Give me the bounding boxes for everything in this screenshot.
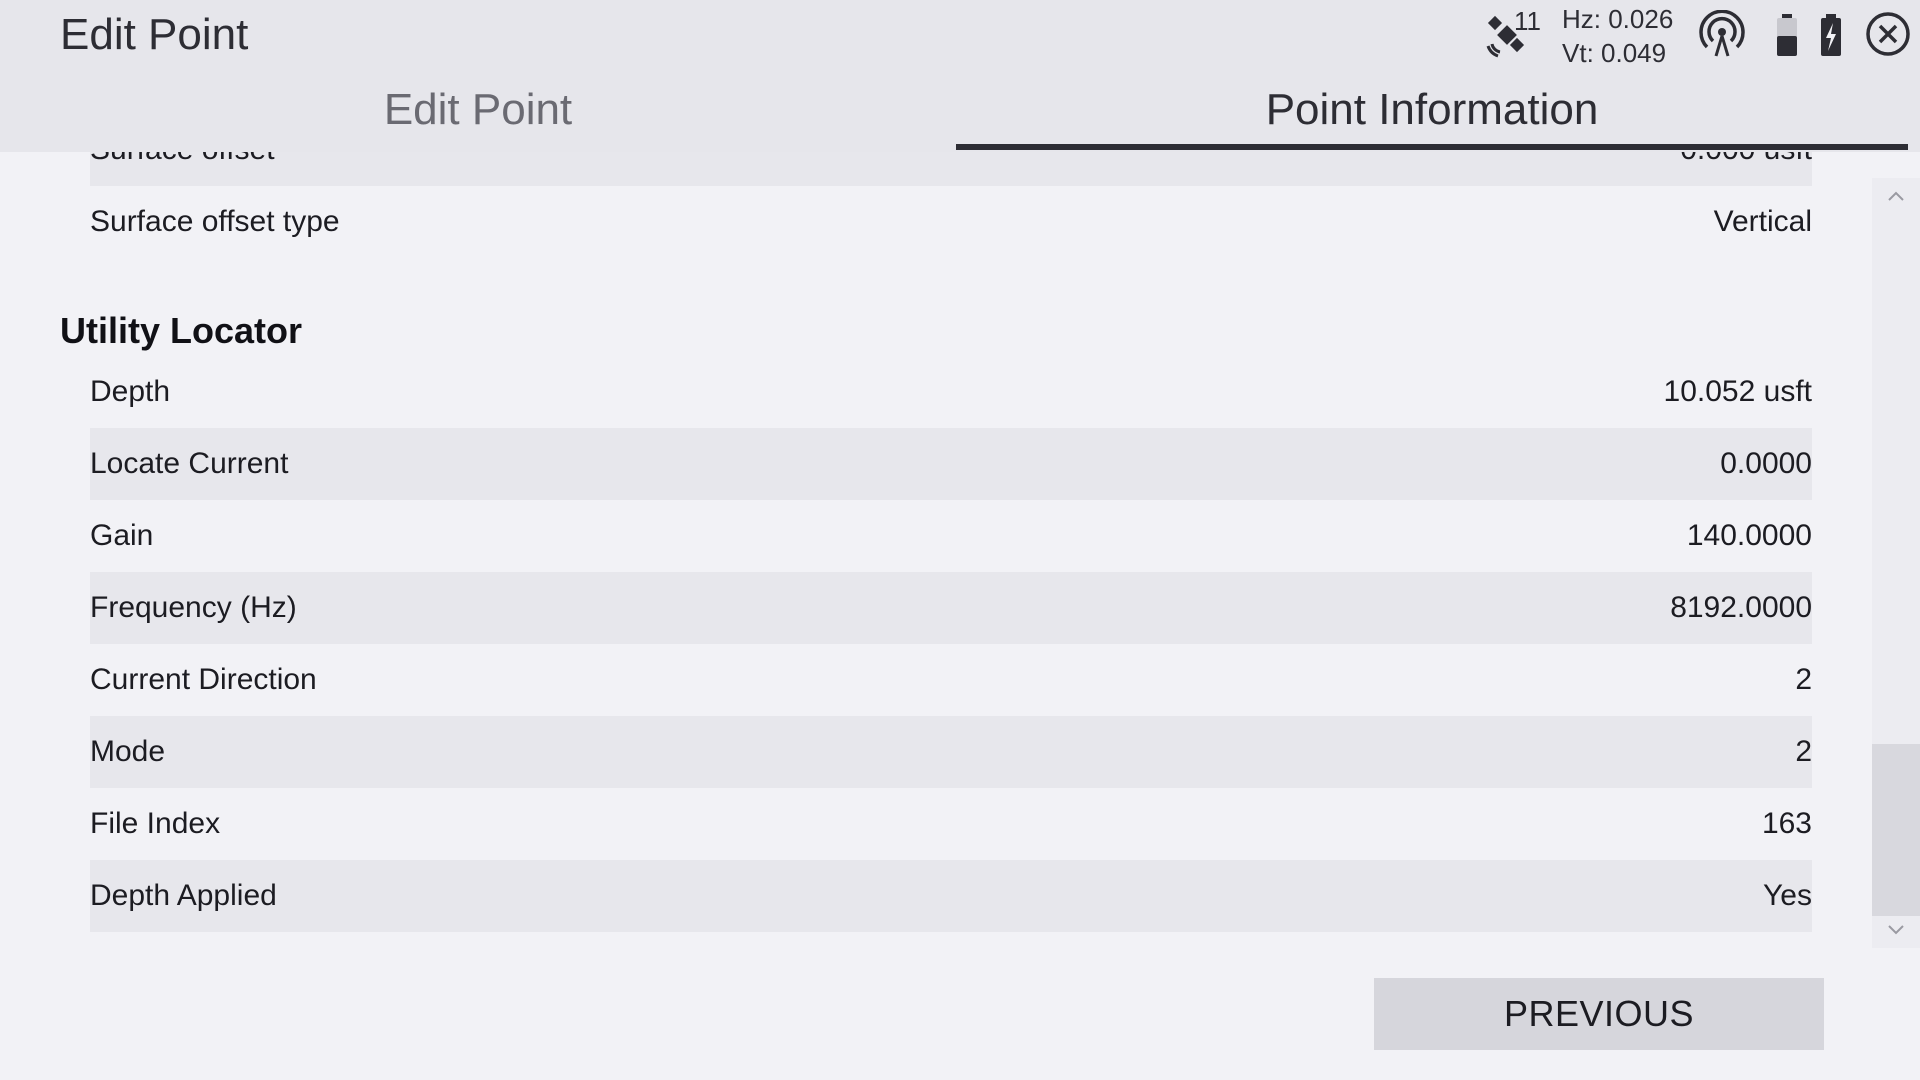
- scrollbar-thumb[interactable]: [1872, 744, 1920, 916]
- title-bar: Edit Point 11 Hz: 0.026 Vt: 0.049: [0, 0, 1920, 72]
- list-item-gain: Gain 140.0000: [90, 500, 1812, 572]
- list-item-depth: Depth 10.052 usft: [90, 356, 1812, 428]
- vt-precision: Vt: 0.049: [1562, 38, 1667, 68]
- active-tab-indicator: [956, 144, 1908, 150]
- row-label: Gain: [90, 519, 154, 552]
- point-information-list[interactable]: Surface offset 0.000 usft Surface offset…: [0, 152, 1870, 932]
- tab-bar: Edit Point Point Information: [0, 72, 1920, 152]
- row-value: 0.0000: [1720, 447, 1812, 480]
- chevron-up-icon[interactable]: [1872, 178, 1920, 214]
- row-value: 163: [1761, 807, 1812, 840]
- list-item-frequency: Frequency (Hz) 8192.0000: [90, 572, 1812, 644]
- row-label: Depth Applied: [90, 879, 277, 912]
- app-window: Edit Point 11 Hz: 0.026 Vt: 0.049 Edit P…: [0, 0, 1920, 1080]
- page-title: Edit Point: [60, 10, 249, 59]
- list-item-locate-current: Locate Current 0.0000: [90, 428, 1812, 500]
- section-heading-utility-locator: Utility Locator: [60, 310, 303, 351]
- list-item-depth-applied: Depth Applied Yes: [90, 860, 1812, 932]
- list-item-file-index: File Index 163: [90, 788, 1812, 860]
- list-item-current-direction: Current Direction 2: [90, 644, 1812, 716]
- row-label: Mode: [90, 735, 166, 768]
- hz-precision: Hz: 0.026: [1562, 4, 1674, 34]
- row-value: Yes: [1763, 879, 1812, 912]
- tab-edit-point[interactable]: Edit Point: [0, 72, 956, 148]
- battery-charging-icon[interactable]: [1816, 10, 1868, 62]
- previous-button[interactable]: PREVIOUS: [1374, 978, 1824, 1050]
- row-label: Locate Current: [90, 447, 289, 480]
- row-value: Vertical: [1713, 205, 1812, 238]
- chevron-down-icon[interactable]: [1872, 912, 1920, 948]
- row-value: 140.0000: [1686, 519, 1812, 552]
- row-value: 2: [1795, 735, 1812, 768]
- row-label: File Index: [90, 807, 221, 840]
- satellite-count: 11: [1514, 6, 1541, 36]
- precision-readout[interactable]: Hz: 0.026 Vt: 0.049: [1562, 2, 1682, 70]
- list-item-surface-offset: Surface offset 0.000 usft: [90, 152, 1812, 186]
- row-label: Frequency (Hz): [90, 591, 297, 624]
- list-item-mode: Mode 2: [90, 716, 1812, 788]
- row-value: 10.052 usft: [1663, 375, 1812, 408]
- tab-point-information[interactable]: Point Information: [956, 72, 1908, 148]
- radio-signal-icon[interactable]: [1696, 9, 1748, 62]
- row-label: Surface offset type: [90, 205, 340, 238]
- list-item-surface-offset-type: Surface offset type Vertical: [90, 186, 1812, 258]
- close-icon[interactable]: [1864, 10, 1916, 62]
- row-label: Depth: [90, 375, 171, 408]
- row-label: Current Direction: [90, 663, 317, 696]
- row-value: 2: [1795, 663, 1812, 696]
- row-label: Surface offset: [90, 152, 275, 167]
- satellite-status[interactable]: 11: [1482, 6, 1552, 66]
- row-value: 0.000 usft: [1680, 152, 1812, 167]
- vertical-scrollbar[interactable]: [1872, 178, 1920, 948]
- row-value: 8192.0000: [1670, 591, 1812, 624]
